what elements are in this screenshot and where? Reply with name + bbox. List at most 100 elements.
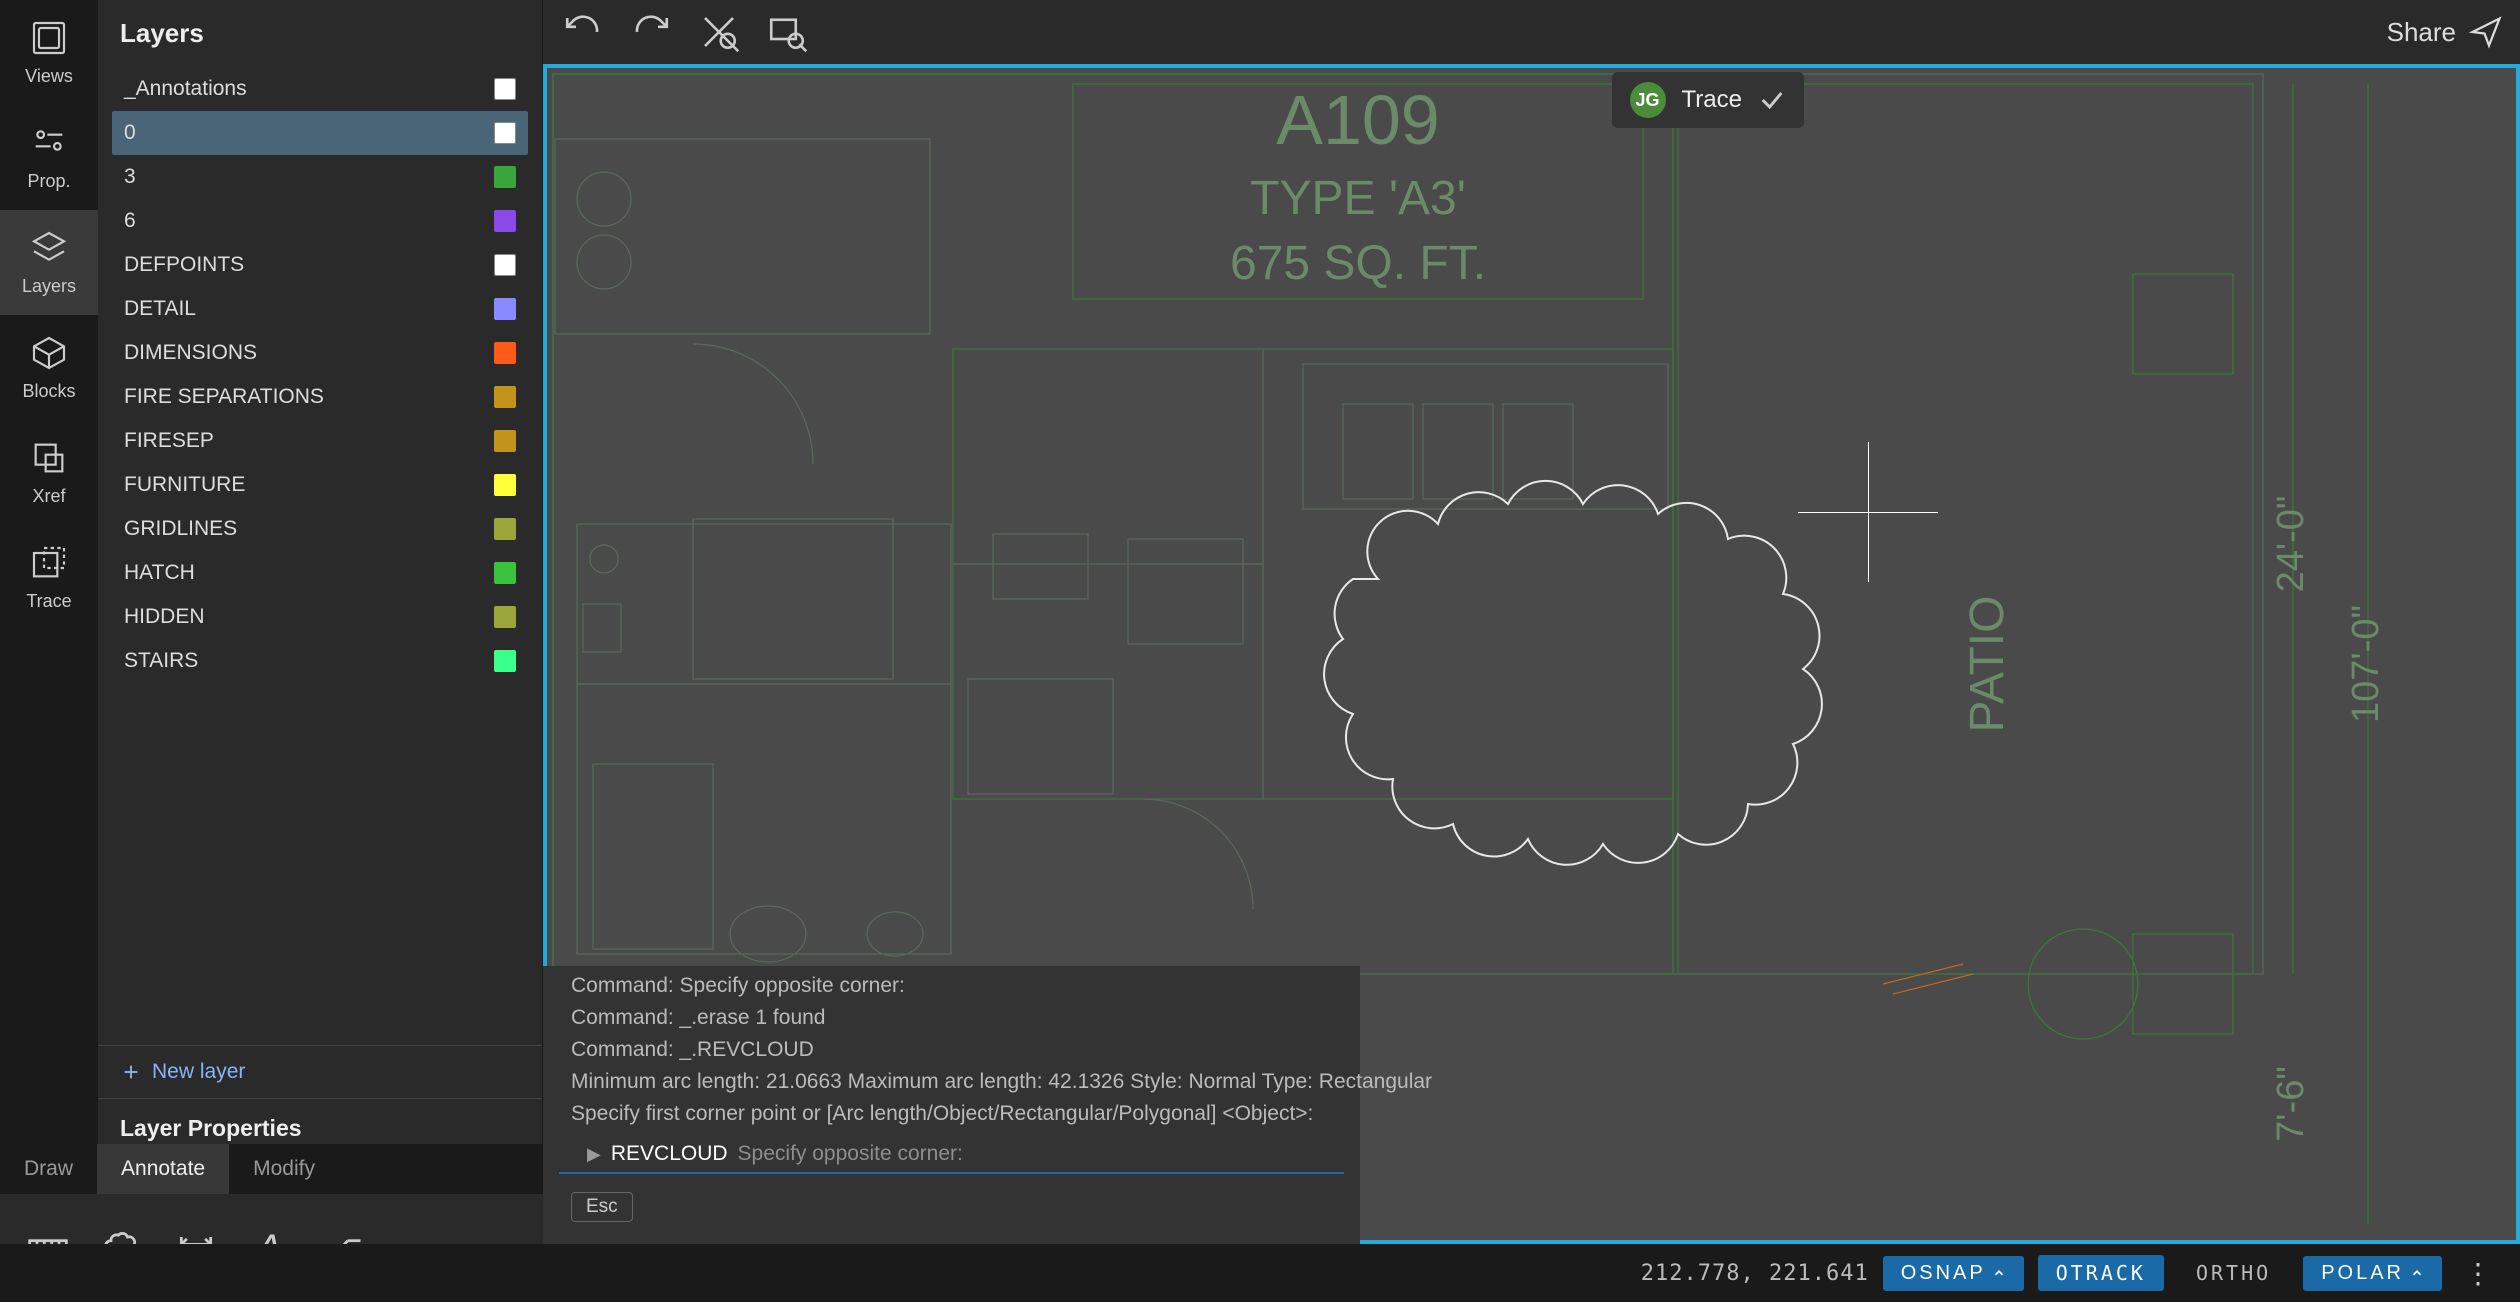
layer-color-swatch[interactable] xyxy=(494,650,516,672)
layer-item[interactable]: FIRE SEPARATIONS xyxy=(112,375,528,419)
polar-label: POLAR xyxy=(2321,1262,2404,1285)
layer-name: FURNITURE xyxy=(124,473,245,497)
layer-name: 0 xyxy=(124,121,136,145)
layer-name: 3 xyxy=(124,165,136,189)
layer-color-swatch[interactable] xyxy=(494,166,516,188)
layer-color-swatch[interactable] xyxy=(494,78,516,100)
tab-annotate[interactable]: Annotate xyxy=(97,1144,229,1194)
zoom-extents-button[interactable] xyxy=(695,8,743,56)
sidebar-trace-label: Trace xyxy=(26,591,71,612)
layer-color-swatch[interactable] xyxy=(494,210,516,232)
trace-indicator[interactable]: JG Trace xyxy=(1612,72,1804,128)
sidebar-views[interactable]: Views xyxy=(0,0,98,105)
sidebar-trace[interactable]: Trace xyxy=(0,525,98,630)
layer-color-swatch[interactable] xyxy=(494,342,516,364)
svg-text:107'-0": 107'-0" xyxy=(2345,605,2387,723)
sidebar-prop-label: Prop. xyxy=(27,171,70,192)
revcloud-annotation xyxy=(1318,459,1888,919)
tab-draw[interactable]: Draw xyxy=(0,1144,97,1194)
sidebar-layers-label: Layers xyxy=(22,276,76,297)
layer-name: HATCH xyxy=(124,561,195,585)
osnap-toggle[interactable]: OSNAP xyxy=(1883,1256,2024,1291)
properties-icon xyxy=(29,123,69,163)
tab-modify[interactable]: Modify xyxy=(229,1144,339,1194)
zoom-window-button[interactable] xyxy=(763,8,811,56)
more-options[interactable]: ⋮ xyxy=(2456,1257,2500,1290)
trace-avatar: JG xyxy=(1630,82,1666,118)
layer-item[interactable]: _Annotations xyxy=(112,67,528,111)
layer-color-swatch[interactable] xyxy=(494,298,516,320)
svg-text:7'-6": 7'-6" xyxy=(2270,1066,2312,1142)
otrack-toggle[interactable]: OTRACK xyxy=(2038,1255,2164,1291)
layer-color-swatch[interactable] xyxy=(494,474,516,496)
layer-name: 6 xyxy=(124,209,136,233)
command-history-line: Command: _.erase 1 found xyxy=(543,1002,1360,1034)
command-history-line: Specify first corner point or [Arc lengt… xyxy=(543,1098,1360,1130)
send-icon xyxy=(2468,14,2504,50)
share-button[interactable]: Share xyxy=(2387,14,2504,50)
sidebar-xref-label: Xref xyxy=(32,486,65,507)
layer-item[interactable]: 6 xyxy=(112,199,528,243)
svg-text:24'-0": 24'-0" xyxy=(2270,496,2312,593)
command-history-line: Command: _.REVCLOUD xyxy=(543,1034,1360,1066)
layer-color-swatch[interactable] xyxy=(494,254,516,276)
layer-color-swatch[interactable] xyxy=(494,562,516,584)
layer-name: DIMENSIONS xyxy=(124,341,257,365)
command-history-line: Minimum arc length: 21.0663 Maximum arc … xyxy=(543,1066,1360,1098)
top-bar: Share xyxy=(543,0,2520,64)
layer-color-swatch[interactable] xyxy=(494,518,516,540)
layer-color-swatch[interactable] xyxy=(494,606,516,628)
esc-button[interactable]: Esc xyxy=(571,1192,633,1222)
command-input-row[interactable]: ▶ REVCLOUD Specify opposite corner: xyxy=(559,1130,1344,1174)
layer-item[interactable]: FIRESEP xyxy=(112,419,528,463)
svg-text:PATIO: PATIO xyxy=(1961,596,2014,733)
layer-item[interactable]: STAIRS xyxy=(112,639,528,683)
trace-label: Trace xyxy=(1682,86,1742,114)
layer-color-swatch[interactable] xyxy=(494,386,516,408)
layer-name: HIDDEN xyxy=(124,605,205,629)
layer-color-swatch[interactable] xyxy=(494,430,516,452)
new-layer-button[interactable]: New layer xyxy=(98,1045,542,1098)
osnap-label: OSNAP xyxy=(1901,1262,1986,1285)
command-prompt: Specify opposite corner: xyxy=(738,1142,1316,1166)
chevron-up-icon xyxy=(2410,1266,2424,1280)
ortho-toggle[interactable]: ORTHO xyxy=(2178,1255,2289,1291)
layer-item[interactable]: FURNITURE xyxy=(112,463,528,507)
undo-button[interactable] xyxy=(559,8,607,56)
xref-icon xyxy=(29,438,69,478)
layers-panel-title: Layers xyxy=(98,0,542,67)
sidebar-views-label: Views xyxy=(25,66,73,87)
sidebar-xref[interactable]: Xref xyxy=(0,420,98,525)
layer-item[interactable]: DEFPOINTS xyxy=(112,243,528,287)
sidebar-layers[interactable]: Layers xyxy=(0,210,98,315)
chevron-right-icon: ▶ xyxy=(587,1144,601,1165)
layer-item[interactable]: GRIDLINES xyxy=(112,507,528,551)
polar-toggle[interactable]: POLAR xyxy=(2303,1256,2442,1291)
layers-list[interactable]: _Annotations 0 3 6 DEFPOINTS DETAIL DIMENSIONS… xyxy=(98,67,542,1045)
layers-icon xyxy=(29,228,69,268)
sidebar-prop[interactable]: Prop. xyxy=(0,105,98,210)
redo-button[interactable] xyxy=(627,8,675,56)
views-icon xyxy=(29,18,69,58)
left-sidebar: Views Prop. Layers Blocks Xref Trace xyxy=(0,0,98,1302)
layer-item[interactable]: DETAIL xyxy=(112,287,528,331)
layer-name: DEFPOINTS xyxy=(124,253,244,277)
layer-item[interactable]: 0 xyxy=(112,111,528,155)
layer-item[interactable]: DIMENSIONS xyxy=(112,331,528,375)
new-layer-label: New layer xyxy=(152,1060,245,1084)
svg-text:A109: A109 xyxy=(1276,81,1439,159)
command-panel: Command: Specify opposite corner:Command… xyxy=(543,966,1360,1244)
command-active: REVCLOUD xyxy=(611,1142,728,1166)
chevron-up-icon xyxy=(1992,1266,2006,1280)
sidebar-blocks[interactable]: Blocks xyxy=(0,315,98,420)
layer-color-swatch[interactable] xyxy=(494,122,516,144)
layer-name: DETAIL xyxy=(124,297,196,321)
layer-item[interactable]: 3 xyxy=(112,155,528,199)
layer-item[interactable]: HIDDEN xyxy=(112,595,528,639)
layers-panel: Layers _Annotations 0 3 6 DEFPOINTS DETAIL DIM… xyxy=(98,0,543,1302)
command-history-line: Command: Specify opposite corner: xyxy=(543,970,1360,1002)
layer-item[interactable]: HATCH xyxy=(112,551,528,595)
sidebar-blocks-label: Blocks xyxy=(22,381,75,402)
svg-text:675 SQ. FT.: 675 SQ. FT. xyxy=(1230,237,1486,290)
layer-props-title: Layer Properties xyxy=(120,1115,520,1142)
